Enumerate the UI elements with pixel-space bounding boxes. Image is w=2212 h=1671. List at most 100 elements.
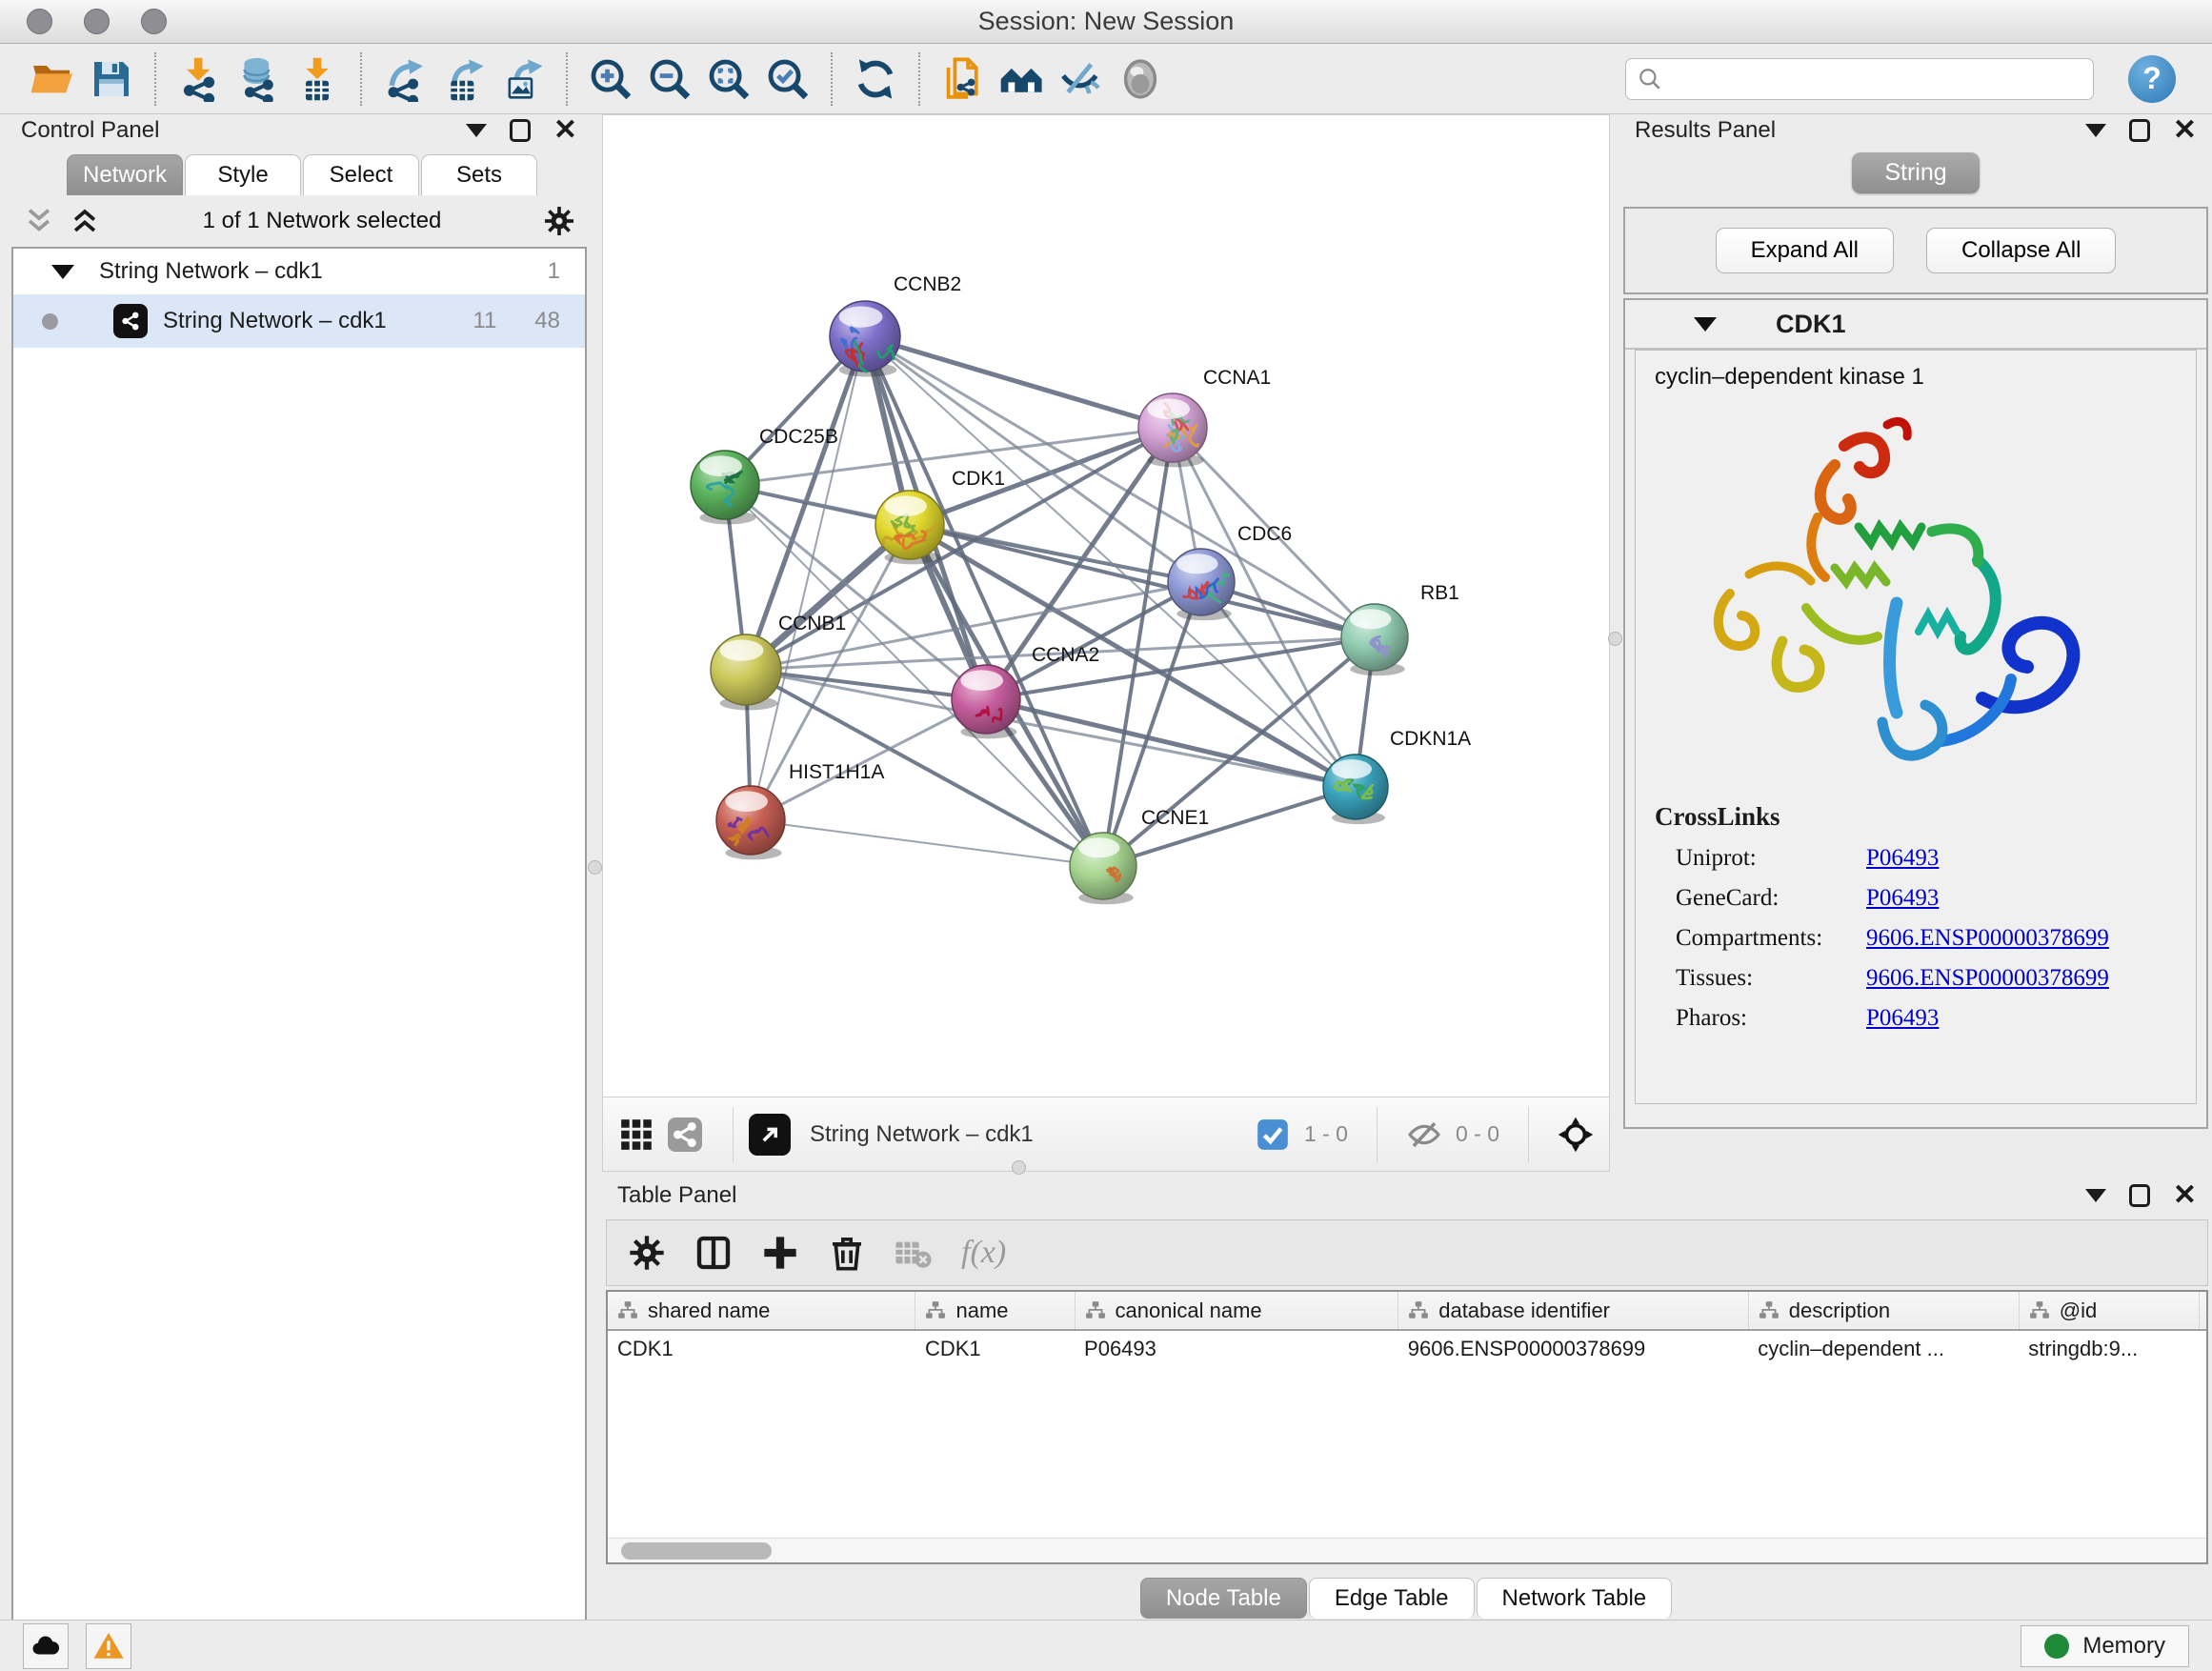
minimize-window-button[interactable] bbox=[84, 9, 110, 34]
network-edge-CCNE1-HIST1H1A[interactable] bbox=[751, 820, 1103, 866]
float-panel-icon[interactable] bbox=[2085, 1189, 2106, 1202]
tab-node-table[interactable]: Node Table bbox=[1140, 1578, 1307, 1619]
hidden-eye-slash-icon[interactable] bbox=[1406, 1117, 1442, 1153]
delete-table-icon[interactable] bbox=[895, 1234, 933, 1272]
search-input[interactable] bbox=[1670, 67, 2081, 91]
tab-sets[interactable]: Sets bbox=[421, 154, 537, 195]
zoom-window-button[interactable] bbox=[141, 9, 167, 34]
maximize-panel-icon[interactable] bbox=[510, 119, 531, 142]
zoom-fit-button[interactable] bbox=[699, 50, 758, 109]
memory-button[interactable]: Memory bbox=[2021, 1625, 2189, 1667]
tab-select[interactable]: Select bbox=[303, 154, 419, 195]
network-edge-CCNA2-HIST1H1A[interactable] bbox=[751, 699, 986, 820]
hide-panel-button[interactable] bbox=[1052, 50, 1111, 109]
help-button[interactable]: ? bbox=[2128, 55, 2176, 103]
table-cell[interactable]: CDK1 bbox=[608, 1330, 915, 1367]
close-panel-icon[interactable]: ✕ bbox=[2173, 119, 2197, 142]
column-header-namespace[interactable]: namespace bbox=[2200, 1292, 2208, 1330]
network-row-selected[interactable]: String Network – cdk1 11 48 bbox=[13, 294, 585, 348]
function-builder-icon[interactable]: f(x) bbox=[961, 1235, 1006, 1271]
table-cell[interactable]: cyclin–dependent ... bbox=[1748, 1330, 2019, 1367]
birdseye-view-toggle[interactable] bbox=[668, 1117, 702, 1152]
network-edge-CCNB2-CCNA1[interactable] bbox=[865, 336, 1173, 428]
network-node-HIST1H1A[interactable]: HIST1H1A bbox=[716, 761, 884, 859]
zoom-selected-button[interactable] bbox=[758, 50, 817, 109]
export-table-button[interactable] bbox=[434, 50, 493, 109]
crosslink-link[interactable]: P06493 bbox=[1866, 1005, 1939, 1032]
column-header-description[interactable]: description bbox=[1748, 1292, 2019, 1330]
gene-card-header[interactable]: CDK1 bbox=[1625, 300, 2206, 350]
network-edge-CDK1-CCNA1[interactable] bbox=[910, 428, 1173, 525]
show-panel-button[interactable] bbox=[1111, 50, 1170, 109]
column-header-name[interactable]: name bbox=[915, 1292, 1075, 1330]
delete-column-icon[interactable] bbox=[828, 1234, 866, 1272]
crosslink-link[interactable]: 9606.ENSP00000378699 bbox=[1866, 925, 2109, 952]
fit-selected-crosshair-icon[interactable] bbox=[1558, 1117, 1594, 1153]
clone-network-button[interactable] bbox=[934, 50, 993, 109]
expand-all-icon[interactable] bbox=[69, 205, 101, 237]
column-header-sharedname[interactable]: shared name bbox=[608, 1292, 915, 1330]
table-cell[interactable]: stringdb:9... bbox=[2019, 1330, 2199, 1367]
table-cell[interactable]: stringdb bbox=[2200, 1330, 2208, 1367]
network-canvas[interactable]: CCNB2CCNA1CDC25BCDK1CDC6RB1CCNB1CCNA2CDK… bbox=[603, 115, 1609, 1097]
network-node-RB1[interactable]: RB1 bbox=[1341, 582, 1459, 675]
selected-checkbox-icon[interactable] bbox=[1255, 1117, 1291, 1153]
zoom-out-button[interactable] bbox=[640, 50, 699, 109]
bottom-splitter-handle[interactable] bbox=[1012, 1160, 1026, 1175]
table-cell[interactable]: P06493 bbox=[1075, 1330, 1398, 1367]
export-network-button[interactable] bbox=[375, 50, 434, 109]
collapse-all-button[interactable]: Collapse All bbox=[1926, 228, 2116, 273]
show-all-networks-button[interactable] bbox=[993, 50, 1052, 109]
left-splitter-handle[interactable] bbox=[588, 860, 602, 875]
gene-expander-icon[interactable] bbox=[1694, 317, 1717, 332]
column-header-databaseidentifier[interactable]: database identifier bbox=[1398, 1292, 1749, 1330]
search-box[interactable] bbox=[1625, 58, 2094, 100]
table-cell[interactable]: 9606.ENSP00000378699 bbox=[1398, 1330, 1749, 1367]
import-network-file-button[interactable] bbox=[170, 50, 229, 109]
network-node-CCNB1[interactable]: CCNB1 bbox=[711, 613, 846, 711]
expand-all-button[interactable]: Expand All bbox=[1716, 228, 1894, 273]
network-collection-row[interactable]: String Network – cdk1 1 bbox=[13, 249, 585, 294]
save-session-button[interactable] bbox=[82, 50, 141, 109]
close-window-button[interactable] bbox=[27, 9, 52, 34]
tab-network-table[interactable]: Network Table bbox=[1477, 1578, 1673, 1619]
column-header-canonicalname[interactable]: canonical name bbox=[1075, 1292, 1398, 1330]
float-panel-icon[interactable] bbox=[466, 124, 487, 137]
scrollbar-thumb[interactable] bbox=[621, 1542, 772, 1560]
crosslink-link[interactable]: P06493 bbox=[1866, 845, 1939, 872]
close-panel-icon[interactable]: ✕ bbox=[553, 119, 577, 142]
network-node-CDK1[interactable]: CDK1 bbox=[875, 468, 1005, 564]
tab-style[interactable]: Style bbox=[185, 154, 301, 195]
cloud-status-button[interactable] bbox=[23, 1623, 69, 1669]
maximize-panel-icon[interactable] bbox=[2129, 1184, 2150, 1207]
collection-expander-icon[interactable] bbox=[51, 265, 74, 279]
float-panel-icon[interactable] bbox=[2085, 124, 2106, 137]
crosslink-link[interactable]: P06493 bbox=[1866, 885, 1939, 912]
tab-edge-table[interactable]: Edge Table bbox=[1309, 1578, 1475, 1619]
open-session-button[interactable] bbox=[23, 50, 82, 109]
grid-view-icon[interactable] bbox=[618, 1117, 654, 1153]
column-header-id[interactable]: @id bbox=[2019, 1292, 2199, 1330]
table-settings-gear-icon[interactable] bbox=[628, 1234, 666, 1272]
export-image-button[interactable] bbox=[493, 50, 553, 109]
table-row[interactable]: CDK1CDK1P064939606.ENSP00000378699cyclin… bbox=[608, 1330, 2208, 1367]
table-cell[interactable]: CDK1 bbox=[915, 1330, 1075, 1367]
tab-string[interactable]: String bbox=[1852, 152, 1979, 193]
warnings-button[interactable] bbox=[86, 1623, 131, 1669]
import-network-database-button[interactable] bbox=[229, 50, 288, 109]
network-node-CDKN1A[interactable]: CDKN1A bbox=[1323, 728, 1471, 824]
crosslink-link[interactable]: 9606.ENSP00000378699 bbox=[1866, 965, 2109, 992]
maximize-panel-icon[interactable] bbox=[2129, 119, 2150, 142]
collapse-all-icon[interactable] bbox=[23, 205, 55, 237]
tab-network[interactable]: Network bbox=[67, 154, 183, 195]
show-columns-icon[interactable] bbox=[694, 1234, 733, 1272]
detach-view-button[interactable] bbox=[749, 1114, 791, 1156]
close-panel-icon[interactable]: ✕ bbox=[2173, 1184, 2197, 1207]
network-edge-CCNB2-CCNE1[interactable] bbox=[865, 336, 1103, 866]
network-node-CCNA1[interactable]: CCNA1 bbox=[1138, 367, 1271, 467]
import-table-file-button[interactable] bbox=[288, 50, 347, 109]
gear-icon[interactable] bbox=[543, 205, 575, 237]
zoom-in-button[interactable] bbox=[581, 50, 640, 109]
refresh-button[interactable] bbox=[846, 50, 905, 109]
add-column-icon[interactable] bbox=[761, 1234, 799, 1272]
